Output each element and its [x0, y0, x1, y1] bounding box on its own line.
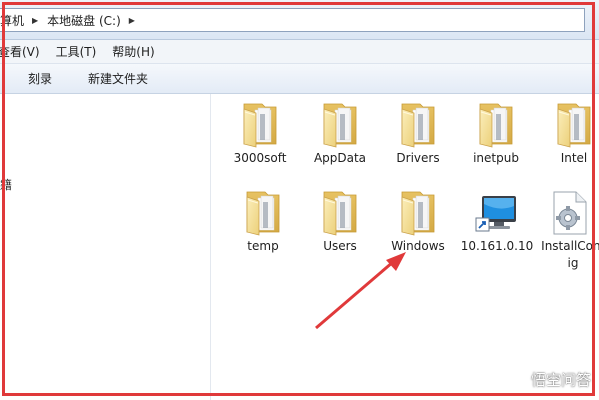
file-item-label: Intel	[560, 151, 588, 165]
folder-icon	[241, 188, 285, 236]
watermark-text: 悟空问答	[530, 371, 591, 389]
folder-icon	[318, 100, 362, 148]
file-item-label: Drivers	[396, 151, 440, 165]
file-item-label: AppData	[313, 151, 367, 165]
file-item-label: temp	[247, 239, 279, 253]
nav-item-fragment[interactable]: 籍	[0, 176, 12, 193]
file-item-label: 3000soft	[233, 151, 287, 165]
command-bar: 刻录 新建文件夹	[0, 64, 599, 94]
folder-icon	[238, 100, 282, 148]
folder-icon	[396, 188, 440, 236]
file-item-label: 10.161.0.10	[460, 239, 534, 253]
burn-button[interactable]: 刻录	[20, 67, 60, 90]
file-item-appdata[interactable]: AppData	[300, 100, 380, 167]
breadcrumb-local-disk[interactable]: 本地磁盘 (C:)	[47, 12, 121, 29]
file-item-windows[interactable]: Windows	[378, 188, 458, 255]
breadcrumb-computer[interactable]: 算机	[0, 12, 24, 29]
file-item-3000soft[interactable]: 3000soft	[220, 100, 300, 167]
menu-bar: 查看(V) 工具(T) 帮助(H)	[0, 40, 599, 64]
file-list[interactable]: 3000soft AppData Drivers inetpub Intel t…	[212, 94, 599, 400]
folder-icon	[318, 188, 362, 236]
menu-help[interactable]: 帮助(H)	[104, 43, 162, 60]
file-item-inetpub[interactable]: inetpub	[456, 100, 536, 167]
file-item-drivers[interactable]: Drivers	[378, 100, 458, 167]
navigation-pane[interactable]: 籍	[0, 94, 211, 400]
breadcrumb-chevron-icon[interactable]: ▶	[129, 16, 135, 25]
file-item-users[interactable]: Users	[300, 188, 380, 255]
menu-view[interactable]: 查看(V)	[0, 43, 48, 60]
watermark-logo-icon	[506, 370, 526, 389]
file-item-temp[interactable]: temp	[223, 188, 303, 255]
file-item-label: Windows	[391, 239, 445, 253]
folder-icon	[396, 100, 440, 148]
folder-icon	[474, 100, 518, 148]
config-file-icon	[553, 191, 587, 235]
folder-icon	[552, 100, 596, 148]
address-box[interactable]: 算机 ▶ 本地磁盘 (C:) ▶	[0, 8, 585, 32]
breadcrumb-chevron-icon[interactable]: ▶	[32, 16, 38, 25]
new-folder-button[interactable]: 新建文件夹	[80, 67, 156, 90]
file-item-label: inetpub	[473, 151, 519, 165]
file-item-label: InstallConfig	[541, 239, 599, 270]
menu-tools[interactable]: 工具(T)	[48, 43, 105, 60]
address-bar: 算机 ▶ 本地磁盘 (C:) ▶	[0, 0, 599, 40]
file-item-network-shortcut[interactable]: 10.161.0.10	[458, 190, 536, 255]
computer-shortcut-icon	[475, 196, 516, 232]
file-item-label: Users	[323, 239, 357, 253]
file-item-intel[interactable]: Intel	[534, 100, 599, 167]
watermark: 悟空问答	[506, 369, 591, 390]
file-item-installconfig[interactable]: InstallConfig	[536, 190, 599, 272]
